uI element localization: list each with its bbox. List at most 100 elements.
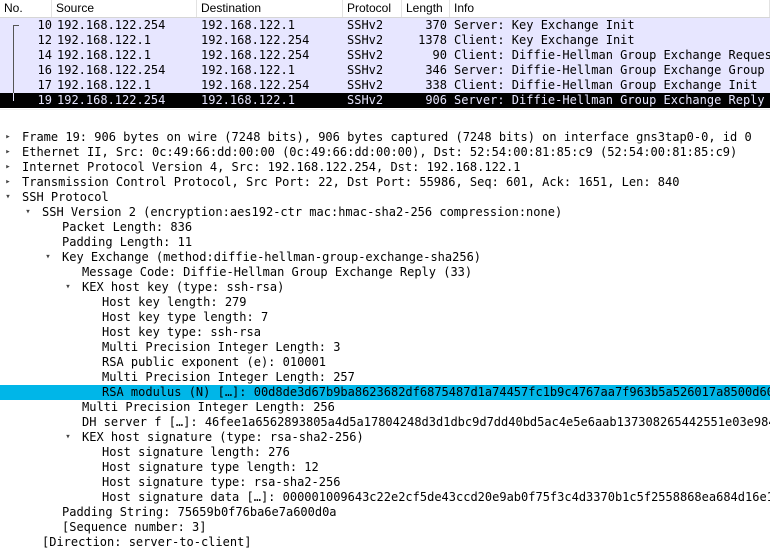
chevron-down-icon[interactable]: ▾ bbox=[43, 250, 53, 265]
chevron-right-icon[interactable]: ▸ bbox=[3, 160, 13, 175]
packet-length: 906 bbox=[425, 93, 447, 107]
packet-list-header: No. Source Destination Protocol Length Info bbox=[0, 0, 770, 18]
pane-splitter[interactable] bbox=[0, 109, 770, 129]
packet-info: Client: Diffie-Hellman Group Exchange Re… bbox=[454, 48, 770, 62]
packet-source: 192.168.122.1 bbox=[57, 78, 151, 92]
packet-row[interactable]: 17 192.168.122.1 192.168.122.254 SSHv2 338 Cl… bbox=[0, 78, 770, 93]
packet-row[interactable]: 14 192.168.122.1 192.168.122.254 SSHv2 90 Cli… bbox=[0, 48, 770, 63]
column-header-info[interactable]: Info bbox=[450, 0, 770, 17]
packet-source: 192.168.122.254 bbox=[57, 63, 166, 77]
packet-length: 1378 bbox=[418, 33, 447, 47]
tree-item-label: RSA public exponent (e): 010001 bbox=[102, 355, 326, 369]
packet-detail-tree[interactable]: ▸ Frame 19: 906 bytes on wire (7248 bits)… bbox=[0, 128, 770, 553]
tree-item-label: DH server f […]: 46fee1a6562893805a4d5a1… bbox=[82, 415, 770, 429]
packet-destination: 192.168.122.1 bbox=[201, 63, 295, 77]
tree-item[interactable]: Host signature length: 276 bbox=[0, 445, 770, 460]
tree-item[interactable]: ▸ Internet Protocol Version 4, Src: 192.1… bbox=[0, 160, 770, 175]
packet-no: 14 bbox=[37, 48, 52, 62]
packet-no: 12 bbox=[37, 33, 52, 47]
tree-item-label: Host signature data […]: 000001009643c22… bbox=[102, 490, 770, 504]
packet-no: 19 bbox=[37, 93, 52, 107]
packet-row[interactable]: 10 192.168.122.254 192.168.122.1 SSHv2 370 Se… bbox=[0, 18, 770, 33]
tree-item[interactable]: Message Code: Diffie-Hellman Group Excha… bbox=[0, 265, 770, 280]
packet-destination: 192.168.122.254 bbox=[201, 48, 310, 62]
tree-item[interactable]: Host signature type: rsa-sha2-256 bbox=[0, 475, 770, 490]
tree-item[interactable]: Packet Length: 836 bbox=[0, 220, 770, 235]
packet-protocol: SSHv2 bbox=[347, 18, 384, 32]
tree-item[interactable]: ▸ Transmission Control Protocol, Src Port… bbox=[0, 175, 770, 190]
packet-no: 10 bbox=[37, 18, 52, 32]
packet-info: Client: Key Exchange Init bbox=[454, 33, 635, 47]
tree-item[interactable]: Host signature type length: 12 bbox=[0, 460, 770, 475]
tree-item[interactable]: RSA public exponent (e): 010001 bbox=[0, 355, 770, 370]
tree-item[interactable]: Host signature data […]: 000001009643c22… bbox=[0, 490, 770, 505]
tree-item-label: [Sequence number: 3] bbox=[62, 520, 207, 534]
packet-protocol: SSHv2 bbox=[347, 93, 384, 107]
packet-info: Server: Diffie-Hellman Group Exchange Re… bbox=[454, 93, 765, 107]
tree-item[interactable]: Host key length: 279 bbox=[0, 295, 770, 310]
tree-item-label: Host key length: 279 bbox=[102, 295, 247, 309]
packet-source: 192.168.122.254 bbox=[57, 93, 166, 107]
packet-protocol: SSHv2 bbox=[347, 78, 384, 92]
tree-item[interactable]: ▾ KEX host key (type: ssh-rsa) bbox=[0, 280, 770, 295]
packet-list[interactable]: No. Source Destination Protocol Length Info 1… bbox=[0, 0, 770, 109]
chevron-down-icon[interactable]: ▾ bbox=[63, 280, 73, 295]
packet-source: 192.168.122.1 bbox=[57, 33, 151, 47]
tree-item-label: Internet Protocol Version 4, Src: 192.16… bbox=[22, 160, 521, 174]
tree-item-selected[interactable]: RSA modulus (N) […]: 00d8de3d67b9ba86236… bbox=[0, 385, 770, 400]
tree-item[interactable]: [Sequence number: 3] bbox=[0, 520, 770, 535]
tree-item[interactable]: ▾ Key Exchange (method:diffie-hellman-gro… bbox=[0, 250, 770, 265]
tree-item-label: Multi Precision Integer Length: 256 bbox=[82, 400, 335, 414]
chevron-down-icon[interactable]: ▾ bbox=[3, 190, 13, 205]
packet-length: 370 bbox=[425, 18, 447, 32]
packet-source: 192.168.122.254 bbox=[57, 18, 166, 32]
tree-item[interactable]: Multi Precision Integer Length: 256 bbox=[0, 400, 770, 415]
column-header-protocol[interactable]: Protocol bbox=[343, 0, 402, 17]
packet-source: 192.168.122.1 bbox=[57, 48, 151, 62]
tree-item[interactable]: Padding String: 75659b0f76ba6e7a600d0a bbox=[0, 505, 770, 520]
chevron-down-icon[interactable]: ▾ bbox=[63, 430, 73, 445]
column-header-destination[interactable]: Destination bbox=[197, 0, 343, 17]
chevron-right-icon[interactable]: ▸ bbox=[3, 130, 13, 145]
packet-info: Server: Diffie-Hellman Group Exchange Gr… bbox=[454, 63, 765, 77]
chevron-right-icon[interactable]: ▸ bbox=[3, 145, 13, 160]
packet-info: Server: Key Exchange Init bbox=[454, 18, 635, 32]
tree-item[interactable]: [Direction: server-to-client] bbox=[0, 535, 770, 550]
tree-item[interactable]: ▸ Ethernet II, Src: 0c:49:66:dd:00:00 (0c… bbox=[0, 145, 770, 160]
chevron-right-icon[interactable]: ▸ bbox=[3, 175, 13, 190]
column-header-length[interactable]: Length bbox=[402, 0, 450, 17]
tree-item-label: Transmission Control Protocol, Src Port:… bbox=[22, 175, 680, 189]
tree-item[interactable]: ▾ SSH Protocol bbox=[0, 190, 770, 205]
packet-row[interactable]: 16 192.168.122.254 192.168.122.1 SSHv2 346 Se… bbox=[0, 63, 770, 78]
chevron-down-icon[interactable]: ▾ bbox=[23, 205, 33, 220]
tree-item-label: KEX host key (type: ssh-rsa) bbox=[82, 280, 285, 294]
tree-item[interactable]: Multi Precision Integer Length: 257 bbox=[0, 370, 770, 385]
column-header-source[interactable]: Source bbox=[52, 0, 197, 17]
tree-item-label: Packet Length: 836 bbox=[62, 220, 193, 234]
column-header-no[interactable]: No. bbox=[0, 0, 52, 17]
tree-item[interactable]: ▾ SSH Version 2 (encryption:aes192-ctr ma… bbox=[0, 205, 770, 220]
tree-item[interactable]: Host key type: ssh-rsa bbox=[0, 325, 770, 340]
tree-item[interactable]: Padding Length: 11 bbox=[0, 235, 770, 250]
packet-destination: 192.168.122.1 bbox=[201, 18, 295, 32]
tree-item-label: [Direction: server-to-client] bbox=[42, 535, 252, 549]
packet-row-selected[interactable]: 19 192.168.122.254 192.168.122.1 SSHv2 906 Se… bbox=[0, 93, 770, 108]
tree-item-label: Host signature type: rsa-sha2-256 bbox=[102, 475, 341, 489]
tree-item-label: Message Code: Diffie-Hellman Group Excha… bbox=[82, 265, 473, 279]
tree-item-label: Host signature type length: 12 bbox=[102, 460, 319, 474]
tree-item[interactable]: Multi Precision Integer Length: 3 bbox=[0, 340, 770, 355]
packet-length: 338 bbox=[425, 78, 447, 92]
packet-destination: 192.168.122.254 bbox=[201, 78, 310, 92]
tree-item-label: SSH Protocol bbox=[22, 190, 109, 204]
tree-item-label: Key Exchange (method:diffie-hellman-grou… bbox=[62, 250, 482, 264]
packet-protocol: SSHv2 bbox=[347, 63, 384, 77]
tree-item-label: Host key type: ssh-rsa bbox=[102, 325, 261, 339]
tree-item[interactable]: DH server f […]: 46fee1a6562893805a4d5a1… bbox=[0, 415, 770, 430]
packet-row[interactable]: 12 192.168.122.1 192.168.122.254 SSHv2 1378 C… bbox=[0, 33, 770, 48]
tree-item-label: RSA modulus (N) […]: 00d8de3d67b9ba86236… bbox=[102, 385, 770, 399]
packet-info: Client: Diffie-Hellman Group Exchange In… bbox=[454, 78, 758, 92]
tree-item-label: Host signature length: 276 bbox=[102, 445, 290, 459]
tree-item[interactable]: ▾ KEX host signature (type: rsa-sha2-256) bbox=[0, 430, 770, 445]
tree-item[interactable]: ▸ Frame 19: 906 bytes on wire (7248 bits)… bbox=[0, 130, 770, 145]
tree-item[interactable]: Host key type length: 7 bbox=[0, 310, 770, 325]
